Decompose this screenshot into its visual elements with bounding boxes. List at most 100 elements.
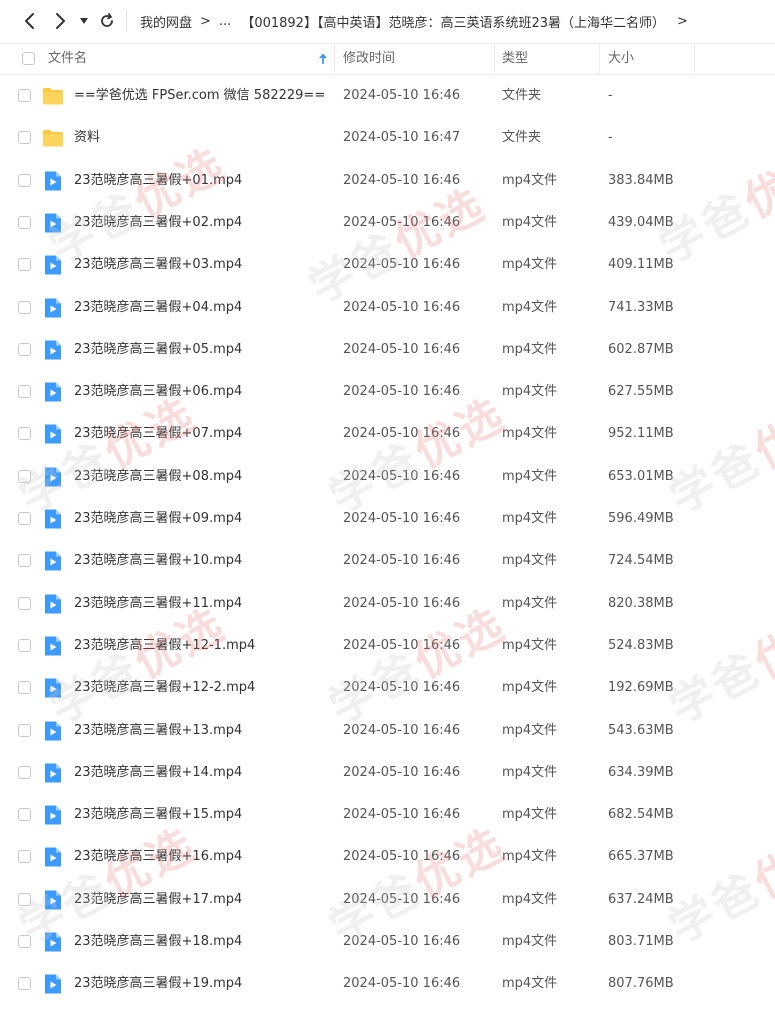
row-checkbox[interactable] (18, 808, 31, 822)
column-name-header[interactable]: 文件名 (48, 44, 87, 74)
file-row[interactable]: 23范晓彦高三暑假+12-1.mp4 2024-05-10 16:46 mp4文件 5… (0, 625, 775, 667)
file-name: 23范晓彦高三暑假+04.mp4 (74, 299, 243, 315)
column-modified-header[interactable]: 修改时间 (343, 44, 395, 74)
file-type: mp4文件 (502, 384, 558, 400)
file-modified: 2024-05-10 16:46 (343, 976, 461, 992)
file-size: 634.39MB (608, 764, 674, 780)
row-checkbox[interactable] (18, 850, 31, 864)
file-size: 724.54MB (608, 553, 674, 569)
row-checkbox[interactable] (18, 892, 31, 906)
file-type: mp4文件 (502, 722, 558, 738)
file-row[interactable]: 23范晓彦高三暑假+10.mp4 2024-05-10 16:46 mp4文件 724… (0, 540, 775, 582)
file-type: mp4文件 (502, 172, 558, 188)
file-row[interactable]: 23范晓彦高三暑假+01.mp4 2024-05-10 16:46 mp4文件 383… (0, 160, 775, 202)
breadcrumb-more-icon[interactable]: > (677, 14, 688, 29)
row-checkbox[interactable] (18, 300, 31, 314)
back-button[interactable] (18, 9, 40, 33)
breadcrumb: 我的网盘 > ... 【001892】【高中英语】范晓彦：高三英语系统班23暑（… (140, 0, 775, 42)
file-size: 807.76MB (608, 976, 674, 992)
file-row[interactable]: 23范晓彦高三暑假+13.mp4 2024-05-10 16:46 mp4文件 543… (0, 710, 775, 752)
breadcrumb-root[interactable]: 我的网盘 (140, 12, 192, 31)
file-modified: 2024-05-10 16:46 (343, 722, 461, 738)
sort-ascending-icon[interactable] (318, 53, 328, 65)
file-row[interactable]: 23范晓彦高三暑假+02.mp4 2024-05-10 16:46 mp4文件 439… (0, 202, 775, 244)
file-row[interactable]: 23范晓彦高三暑假+08.mp4 2024-05-10 16:46 mp4文件 653… (0, 456, 775, 498)
file-row[interactable]: 23范晓彦高三暑假+15.mp4 2024-05-10 16:46 mp4文件 682… (0, 794, 775, 836)
row-checkbox[interactable] (18, 638, 31, 652)
video-file-icon (45, 467, 61, 487)
breadcrumb-current[interactable]: 【001892】【高中英语】范晓彦：高三英语系统班23暑（上海华二名师） (241, 12, 665, 31)
row-checkbox[interactable] (18, 596, 31, 610)
column-divider[interactable] (334, 44, 335, 74)
chevron-left-icon (25, 13, 34, 29)
row-checkbox[interactable] (18, 469, 31, 483)
file-name: 23范晓彦高三暑假+18.mp4 (74, 934, 243, 949)
select-all-checkbox[interactable] (22, 52, 35, 65)
row-checkbox[interactable] (18, 554, 31, 568)
file-row[interactable]: 23范晓彦高三暑假+18.mp4 2024-05-10 16:46 mp4文件 803… (0, 921, 775, 963)
file-row[interactable]: 23范晓彦高三暑假+05.mp4 2024-05-10 16:46 mp4文件 602… (0, 329, 775, 371)
file-type: mp4文件 (502, 680, 558, 696)
row-checkbox[interactable] (18, 342, 31, 356)
file-row[interactable]: 23范晓彦高三暑假+07.mp4 2024-05-10 16:46 mp4文件 952… (0, 413, 775, 455)
file-row[interactable]: 23范晓彦高三暑假+11.mp4 2024-05-10 16:46 mp4文件 820… (0, 583, 775, 625)
video-file-icon (45, 382, 61, 402)
file-modified: 2024-05-10 16:46 (343, 934, 461, 949)
column-type-header[interactable]: 类型 (502, 44, 528, 74)
row-checkbox[interactable] (18, 765, 31, 779)
file-size: 409.11MB (608, 257, 674, 273)
file-name: 23范晓彦高三暑假+05.mp4 (74, 341, 243, 357)
video-file-icon (45, 636, 61, 656)
row-checkbox[interactable] (18, 427, 31, 441)
column-divider[interactable] (494, 44, 495, 74)
file-row[interactable]: 23范晓彦高三暑假+12-2.mp4 2024-05-10 16:46 mp4文件 1… (0, 667, 775, 709)
column-divider[interactable] (694, 44, 695, 74)
file-row[interactable]: 23范晓彦高三暑假+14.mp4 2024-05-10 16:46 mp4文件 634… (0, 752, 775, 794)
history-dropdown-button[interactable] (76, 9, 92, 33)
file-size: 820.38MB (608, 595, 674, 611)
file-name: 23范晓彦高三暑假+03.mp4 (74, 257, 243, 273)
file-modified: 2024-05-10 16:46 (343, 341, 461, 357)
row-checkbox[interactable] (18, 935, 31, 948)
row-checkbox[interactable] (18, 258, 31, 272)
file-row[interactable]: 23范晓彦高三暑假+19.mp4 2024-05-10 16:46 mp4文件 807… (0, 963, 775, 1005)
forward-button[interactable] (50, 9, 72, 33)
row-checkbox[interactable] (18, 723, 31, 737)
file-modified: 2024-05-10 16:46 (343, 257, 461, 273)
file-row[interactable]: 23范晓彦高三暑假+06.mp4 2024-05-10 16:46 mp4文件 627… (0, 371, 775, 413)
file-row[interactable]: 23范晓彦高三暑假+03.mp4 2024-05-10 16:46 mp4文件 409… (0, 244, 775, 286)
file-row[interactable]: 23范晓彦高三暑假+04.mp4 2024-05-10 16:46 mp4文件 741… (0, 287, 775, 329)
row-checkbox[interactable] (18, 173, 31, 187)
file-size: 627.55MB (608, 384, 674, 400)
row-checkbox[interactable] (18, 512, 31, 525)
row-checkbox[interactable] (18, 131, 31, 145)
file-size: 741.33MB (608, 299, 674, 315)
column-size-header[interactable]: 大小 (608, 44, 634, 74)
file-row[interactable]: 23范晓彦高三暑假+16.mp4 2024-05-10 16:46 mp4文件 665… (0, 836, 775, 878)
video-file-icon (45, 763, 61, 783)
refresh-button[interactable] (96, 9, 118, 33)
row-checkbox[interactable] (18, 977, 31, 991)
file-type: 文件夹 (502, 130, 542, 146)
video-file-icon (45, 805, 61, 825)
row-checkbox[interactable] (18, 215, 31, 229)
file-modified: 2024-05-10 16:46 (343, 214, 461, 230)
file-name: 23范晓彦高三暑假+14.mp4 (74, 764, 243, 780)
file-row[interactable]: 资料 2024-05-10 16:47 文件夹 - (0, 117, 775, 159)
folder-icon (43, 88, 63, 105)
video-file-icon (45, 509, 61, 529)
file-row[interactable]: ==学爸优选 FPSer.com 微信 582229== 2024-05-10 1… (0, 75, 775, 117)
breadcrumb-separator-icon: > (200, 13, 211, 29)
file-name: 23范晓彦高三暑假+16.mp4 (74, 849, 243, 865)
breadcrumb-ellipsis[interactable]: ... (219, 14, 231, 29)
row-checkbox[interactable] (18, 89, 31, 102)
file-row[interactable]: 23范晓彦高三暑假+09.mp4 2024-05-10 16:46 mp4文件 596… (0, 498, 775, 540)
row-checkbox[interactable] (18, 681, 31, 695)
file-type: mp4文件 (502, 807, 558, 823)
file-type: 文件夹 (502, 88, 542, 103)
file-row[interactable]: 23范晓彦高三暑假+17.mp4 2024-05-10 16:46 mp4文件 637… (0, 879, 775, 921)
video-file-icon (45, 551, 61, 571)
column-divider[interactable] (599, 44, 600, 74)
file-type: mp4文件 (502, 891, 558, 907)
row-checkbox[interactable] (18, 385, 31, 399)
